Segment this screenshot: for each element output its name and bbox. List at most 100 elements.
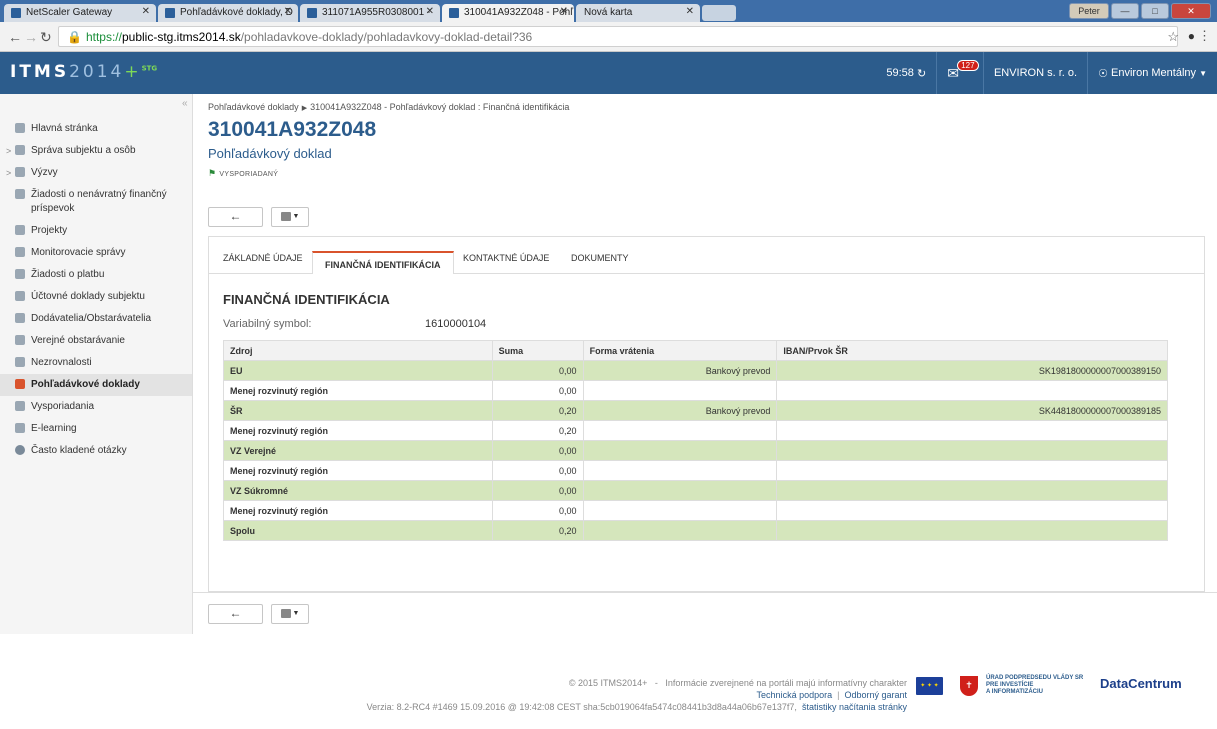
sidebar-item-faq[interactable]: Často kladené otázky	[0, 440, 192, 462]
logo-env: STG	[141, 64, 158, 73]
close-icon[interactable]: ✕	[284, 6, 292, 17]
table-row[interactable]: VZ Verejné 0,00	[223, 440, 1168, 461]
browser-tab-311071[interactable]: 311071A955R0308001 - ✕	[300, 4, 440, 22]
cell-suma: 0,00	[491, 360, 584, 381]
book-icon	[15, 423, 25, 433]
sidebar-item-vysporiadania[interactable]: Vysporiadania	[0, 396, 192, 418]
refresh-icon: ↻	[916, 67, 927, 80]
session-timer[interactable]: 59:58 ↻	[876, 52, 936, 94]
cell-suma: 0,20	[491, 420, 584, 441]
browser-tab-pohladavkove[interactable]: Pohľadávkové doklady, D ✕	[158, 4, 298, 22]
table-row[interactable]: ŠR 0,20 Bankový prevod SK448180000000700…	[223, 400, 1168, 421]
close-icon[interactable]: ✕	[560, 6, 568, 17]
profile-button[interactable]: Peter	[1069, 3, 1109, 19]
column-header-forma-vratenia: Forma vrátenia	[582, 340, 778, 361]
maximize-icon[interactable]: □	[1141, 3, 1169, 19]
tab-kontaktne-udaje[interactable]: KONTAKTNÉ ÚDAJE	[463, 253, 549, 263]
cell-zdroj: ŠR	[223, 400, 493, 421]
url-path: /pohladavkove-doklady/pohladavkovy-dokla…	[240, 30, 533, 44]
megaphone-icon	[15, 167, 25, 177]
column-header-zdroj: Zdroj	[223, 340, 493, 361]
user-icon: ☉	[1098, 67, 1108, 80]
browser-menu-icon[interactable]: ⋮	[1198, 28, 1211, 44]
sidebar-item-sprava-subjektu[interactable]: > Správa subjektu a osôb	[0, 140, 192, 162]
cell-zdroj: Menej rozvinutý región	[223, 460, 493, 481]
sidebar-item-uctovne-doklady[interactable]: Účtovné doklady subjektu	[0, 286, 192, 308]
tab-financna-identifikacia[interactable]: FINANČNÁ IDENTIFIKÁCIA	[312, 251, 454, 274]
reload-icon[interactable]: ↻	[40, 29, 52, 46]
sidebar-item-verejne-obstaravanie[interactable]: Verejné obstarávanie	[0, 330, 192, 352]
report-icon	[15, 247, 25, 257]
itms-logo[interactable]: ITMS2014+STG	[10, 62, 157, 82]
table-row[interactable]: Menej rozvinutý región 0,00	[223, 460, 1168, 481]
bookmark-star-icon[interactable]: ☆	[1167, 29, 1179, 45]
breadcrumb-parent-link[interactable]: Pohľadávkové doklady	[208, 102, 299, 112]
browser-tab-netscaler[interactable]: NetScaler Gateway ✕	[4, 4, 156, 22]
footer-version: Verzia: 8.2-RC4 #1469 15.09.2016 @ 19:42…	[367, 702, 907, 712]
table-row[interactable]: Spolu 0,20	[223, 520, 1168, 541]
app-navbar: ITMS2014+STG 59:58 ↻ ✉ 127 ENVIRON s. r.…	[0, 52, 1217, 94]
footer-info-text: Informácie zverejnené na portáli majú in…	[665, 678, 907, 688]
cell-iban: SK4481800000007000389185	[776, 400, 1168, 421]
printer-icon	[280, 212, 291, 222]
sidebar-item-vyzvy[interactable]: > Výzvy	[0, 162, 192, 184]
datacentrum-logo[interactable]: DataCentrum	[1100, 676, 1182, 691]
sidebar-item-monitorovacie-spravy[interactable]: Monitorovacie správy	[0, 242, 192, 264]
financial-identification-table: Zdroj Suma Forma vrátenia IBAN/Prvok ŠR …	[223, 340, 1168, 541]
print-menu-button[interactable]: ▼	[271, 207, 309, 227]
sidebar-item-hlavna-stranka[interactable]: Hlavná stránka	[0, 118, 192, 140]
sidebar-item-projekty[interactable]: Projekty	[0, 220, 192, 242]
cell-forma	[582, 420, 778, 441]
table-row[interactable]: Menej rozvinutý región 0,20	[223, 420, 1168, 441]
back-arrow-icon[interactable]: ←	[8, 29, 22, 45]
close-icon[interactable]: ✕	[426, 6, 434, 17]
browser-tab-active[interactable]: 310041A932Z048 - Pohľ ✕	[442, 4, 574, 22]
sidebar-item-ziadosti-nfp[interactable]: Žiadosti o nenávratný finančný príspevok	[0, 184, 192, 220]
sidebar-item-label: Výzvy	[31, 167, 58, 178]
cell-forma	[582, 440, 778, 461]
tab-zakladne-udaje[interactable]: ZÁKLADNÉ ÚDAJE	[223, 253, 303, 263]
window-close-icon[interactable]: ✕	[1171, 3, 1211, 19]
table-row[interactable]: VZ Súkromné 0,00	[223, 480, 1168, 501]
sidebar-item-label: Nezrovnalosti	[31, 357, 92, 368]
sidebar-item-label: Správa subjektu a osôb	[31, 145, 136, 156]
technical-support-link[interactable]: Technická podpora	[757, 690, 833, 700]
window-controls: Peter — □ ✕	[1069, 3, 1211, 19]
payment-icon	[15, 269, 25, 279]
urad-logo[interactable]: ÚRAD PODPREDSEDU VLÁDY SR PRE INVESTÍCIE…	[986, 675, 1083, 696]
table-row[interactable]: Menej rozvinutý región 0,00	[223, 500, 1168, 521]
close-icon[interactable]: ✕	[142, 6, 150, 17]
sidebar-item-ziadosti-o-platbu[interactable]: Žiadosti o platbu	[0, 264, 192, 286]
close-icon[interactable]: ✕	[686, 6, 694, 17]
organization-name[interactable]: ENVIRON s. r. o.	[982, 52, 1087, 94]
back-button[interactable]: ←	[208, 207, 263, 227]
cell-iban: SK1981800000007000389150	[776, 360, 1168, 381]
cell-suma: 0,20	[491, 520, 584, 541]
cell-suma: 0,00	[491, 440, 584, 461]
messages-button[interactable]: ✉ 127	[936, 52, 983, 94]
minimize-icon[interactable]: —	[1111, 3, 1139, 19]
forward-arrow-icon[interactable]: →	[24, 29, 38, 45]
cell-suma: 0,00	[491, 500, 584, 521]
new-tab-button[interactable]	[702, 5, 736, 21]
sidebar-item-dodavatelia[interactable]: Dodávatelia/Obstarávatelia	[0, 308, 192, 330]
supplier-icon	[15, 313, 25, 323]
stats-link[interactable]: štatistiky načítania stránky	[802, 702, 907, 712]
tab-dokumenty[interactable]: DOKUMENTY	[571, 253, 629, 263]
sidebar-item-label: Hlavná stránka	[31, 123, 98, 134]
print-menu-button-bottom[interactable]: ▼	[271, 604, 309, 624]
table-row[interactable]: Menej rozvinutý región 0,00	[223, 380, 1168, 401]
user-menu[interactable]: ☉ Environ Mentálny ▼	[1087, 52, 1217, 94]
sidebar-item-pohladavkove-doklady[interactable]: Pohľadávkové doklady	[0, 374, 192, 396]
guarantor-link[interactable]: Odborný garant	[844, 690, 907, 700]
table-row[interactable]: EU 0,00 Bankový prevod SK198180000000700…	[223, 360, 1168, 381]
help-icon	[15, 445, 25, 455]
extension-icon[interactable]: ●	[1188, 29, 1195, 43]
browser-tab-title: Pohľadávkové doklady, D	[180, 7, 293, 18]
sidebar-item-e-learning[interactable]: E-learning	[0, 418, 192, 440]
back-button-bottom[interactable]: ←	[208, 604, 263, 624]
collapse-sidebar-icon[interactable]: «	[182, 98, 188, 109]
sidebar-item-nezrovnalosti[interactable]: Nezrovnalosti	[0, 352, 192, 374]
url-input[interactable]: 🔒 https://public-stg.itms2014.sk/pohladav…	[58, 26, 1178, 47]
browser-tab-new[interactable]: Nová karta ✕	[576, 4, 700, 22]
